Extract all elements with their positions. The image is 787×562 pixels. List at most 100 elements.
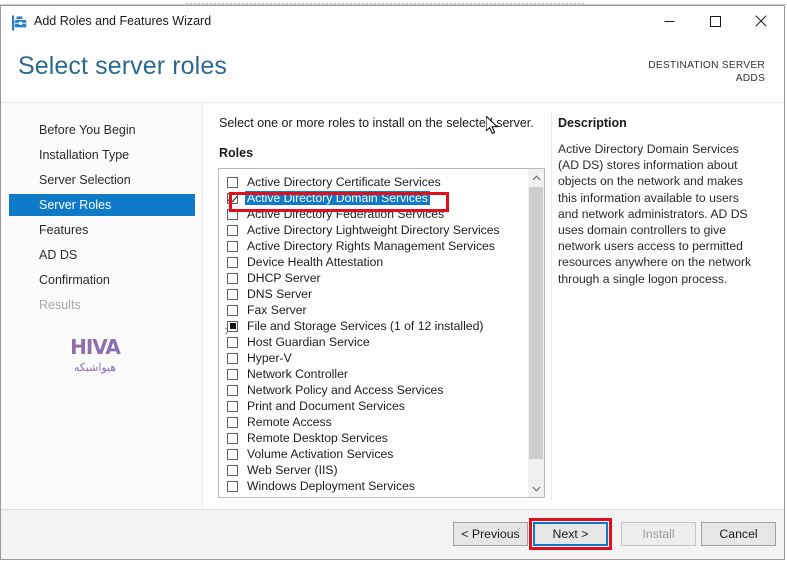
roles-listbox[interactable]: Active Directory Certificate Services Act… — [218, 168, 545, 498]
role-label: Hyper-V — [247, 351, 292, 365]
scrollbar-thumb[interactable] — [529, 187, 543, 459]
role-checkbox[interactable] — [227, 256, 238, 268]
role-row[interactable]: Active Directory Federation Services — [219, 206, 527, 222]
destination-server-label: DESTINATION SERVER — [648, 60, 765, 71]
role-checkbox[interactable] — [227, 480, 238, 492]
role-checkbox[interactable] — [227, 384, 238, 396]
role-row[interactable]: Active Directory Domain Services — [219, 190, 527, 206]
role-row[interactable]: Web Server (IIS) — [219, 462, 527, 478]
role-row[interactable]: Active Directory Certificate Services — [219, 174, 527, 190]
wizard-body: Before You Begin Installation Type Serve… — [1, 103, 784, 510]
role-label: Remote Access — [247, 415, 332, 429]
role-checkbox[interactable] — [227, 416, 238, 428]
role-row[interactable]: Network Policy and Access Services — [219, 382, 527, 398]
maximize-icon — [709, 15, 721, 27]
role-checkbox[interactable] — [227, 176, 238, 188]
sidebar-item-label: Before You Begin — [39, 123, 136, 137]
description-text: Active Directory Domain Services (AD DS)… — [558, 142, 752, 286]
sidebar-item-before-you-begin[interactable]: Before You Begin — [9, 119, 195, 141]
role-checkbox[interactable] — [227, 304, 238, 316]
role-label: Active Directory Certificate Services — [247, 175, 441, 189]
role-row[interactable]: Hyper-V — [219, 350, 527, 366]
role-label: Host Guardian Service — [247, 335, 370, 349]
minimize-button[interactable] — [646, 6, 692, 36]
minimize-icon — [664, 20, 674, 22]
role-checkbox[interactable] — [227, 352, 238, 364]
sidebar-item-confirmation[interactable]: Confirmation — [9, 269, 195, 291]
close-button[interactable] — [738, 6, 784, 36]
sidebar-item-features[interactable]: Features — [9, 219, 195, 241]
install-button: Install — [621, 522, 696, 546]
role-checkbox[interactable] — [227, 320, 238, 332]
role-checkbox[interactable] — [227, 208, 238, 220]
previous-button[interactable]: < Previous — [453, 522, 528, 546]
sidebar-item-label: Installation Type — [39, 148, 130, 162]
sidebar-item-ad-ds[interactable]: AD DS — [9, 244, 195, 266]
role-label: Active Directory Domain Services — [245, 191, 430, 205]
role-label: Volume Activation Services — [247, 447, 394, 461]
role-checkbox[interactable] — [227, 368, 238, 380]
role-row[interactable]: DNS Server — [219, 286, 527, 302]
destination-server-value: ADDS — [735, 73, 765, 84]
role-row[interactable]: Fax Server — [219, 302, 527, 318]
role-row[interactable]: Print and Document Services — [219, 398, 527, 414]
sidebar-item-label: Confirmation — [39, 273, 110, 287]
role-row[interactable]: Device Health Attestation — [219, 254, 527, 270]
role-row[interactable]: Remote Desktop Services — [219, 430, 527, 446]
sidebar-item-installation-type[interactable]: Installation Type — [9, 144, 195, 166]
toolbox-icon — [10, 14, 28, 32]
role-row[interactable]: Volume Activation Services — [219, 446, 527, 462]
window-title: Add Roles and Features Wizard — [34, 14, 212, 28]
role-label: Remote Desktop Services — [247, 431, 388, 445]
role-checkbox[interactable] — [227, 288, 238, 300]
sidebar-item-label: AD DS — [39, 248, 78, 262]
wizard-footer: < Previous Next > Install Cancel — [1, 509, 784, 559]
sidebar-item-label: Server Roles — [39, 198, 112, 212]
role-checkbox[interactable] — [227, 448, 238, 460]
role-label: Active Directory Rights Management Servi… — [247, 239, 495, 253]
role-checkbox[interactable] — [227, 432, 238, 444]
role-label: Active Directory Lightweight Directory S… — [247, 223, 500, 237]
logo-subtitle: هیواشبکه — [73, 360, 117, 374]
role-label: Network Policy and Access Services — [247, 383, 444, 397]
role-row[interactable]: File and Storage Services (1 of 12 insta… — [219, 318, 527, 335]
sidebar-item-label: Server Selection — [39, 173, 131, 187]
role-label: DNS Server — [247, 287, 313, 301]
roles-list[interactable]: Active Directory Certificate Services Act… — [219, 169, 527, 497]
sidebar-item-server-selection[interactable]: Server Selection — [9, 169, 195, 191]
role-checkbox[interactable] — [227, 272, 238, 284]
role-checkbox[interactable] — [227, 336, 238, 348]
role-label: Network Controller — [247, 367, 348, 381]
description-title: Description — [558, 116, 627, 130]
role-row[interactable]: DHCP Server — [219, 270, 527, 286]
next-button[interactable]: Next > — [533, 522, 608, 546]
sidebar-item-server-roles[interactable]: Server Roles — [9, 194, 195, 216]
role-row[interactable]: Active Directory Lightweight Directory S… — [219, 222, 527, 238]
wizard-steps-sidebar: Before You Begin Installation Type Serve… — [1, 103, 203, 510]
scroll-up-arrow-icon[interactable] — [528, 169, 544, 186]
description-pane: Description Active Directory Domain Serv… — [558, 116, 758, 287]
role-checkbox[interactable] — [227, 400, 238, 412]
sidebar-item-results: Results — [9, 294, 195, 316]
role-label: Device Health Attestation — [247, 255, 384, 269]
role-row[interactable]: Windows Deployment Services — [219, 478, 527, 494]
role-checkbox[interactable] — [227, 224, 238, 236]
cancel-button[interactable]: Cancel — [701, 522, 776, 546]
role-label: Active Directory Federation Services — [247, 207, 445, 221]
roles-scrollbar[interactable] — [527, 169, 544, 497]
role-row[interactable]: Host Guardian Service — [219, 334, 527, 350]
role-checkbox[interactable] — [227, 240, 238, 252]
role-label: DHCP Server — [247, 271, 321, 285]
page-header: Select server roles DESTINATION SERVER A… — [1, 40, 784, 103]
role-row[interactable]: Active Directory Rights Management Servi… — [219, 238, 527, 254]
maximize-button[interactable] — [692, 6, 738, 36]
role-label: Print and Document Services — [247, 399, 405, 413]
role-label: Web Server (IIS) — [247, 463, 338, 477]
sidebar-item-label: Results — [39, 298, 81, 312]
scroll-down-arrow-icon[interactable] — [528, 480, 544, 497]
role-row[interactable]: Remote Access — [219, 414, 527, 430]
logo-wordmark: HIVA — [70, 334, 121, 359]
role-row[interactable]: Network Controller — [219, 366, 527, 382]
role-checkbox[interactable] — [227, 192, 238, 204]
role-checkbox[interactable] — [227, 464, 238, 476]
